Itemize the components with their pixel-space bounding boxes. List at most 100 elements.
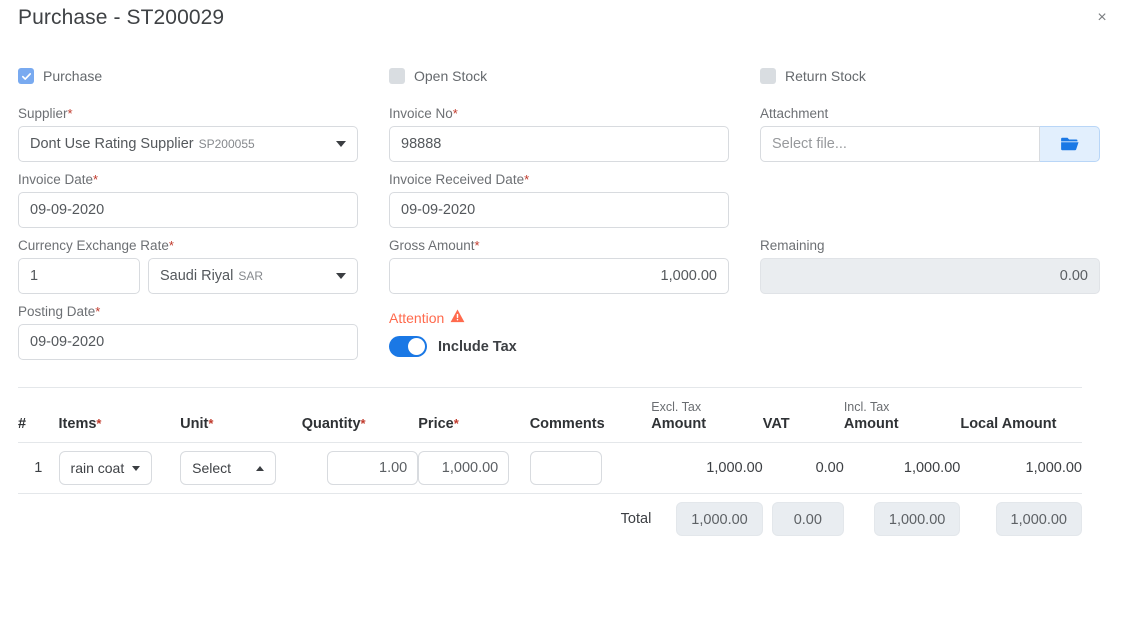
checkbox-checked-icon [18, 68, 34, 84]
row-vat: 0.00 [815, 460, 844, 476]
supplier-selected-value-wrap: Dont Use Rating Supplier SP200055 [30, 136, 255, 152]
required-marker: * [524, 172, 530, 187]
gross-amount-input[interactable]: 1,000.00 [389, 258, 729, 294]
table-header-row: # Items* Unit* Quantity* Price* Comments… [18, 387, 1082, 443]
invoice-received-date-label: Invoice Received Date* [389, 172, 729, 187]
remaining-input: 0.00 [760, 258, 1100, 294]
field-remaining: Remaining 0.00 [760, 238, 1122, 294]
col-vat: VAT [762, 387, 844, 443]
col-comments: Comments [529, 387, 652, 443]
row-quantity-cell [302, 443, 419, 494]
field-invoice-received-date: Invoice Received Date* 09-09-2020 [389, 172, 760, 228]
attachment-input[interactable]: Select file... [760, 126, 1040, 162]
required-marker: * [208, 416, 214, 431]
include-tax-toggle[interactable] [389, 336, 427, 357]
invoice-no-value: 98888 [401, 136, 442, 152]
col-unit: Unit* [180, 387, 302, 443]
supplier-code: SP200055 [198, 137, 255, 151]
close-icon[interactable]: × [1090, 6, 1114, 30]
chevron-down-icon [336, 273, 346, 279]
quantity-input[interactable] [327, 451, 419, 485]
checkbox-return-stock[interactable]: Return Stock [760, 68, 866, 84]
checkbox-unchecked-icon [389, 68, 405, 84]
attachment-control: Select file... [760, 126, 1100, 162]
form-row-1: Supplier* Dont Use Rating Supplier SP2000… [18, 96, 1104, 162]
attention-notice: Attention [389, 309, 729, 326]
totals-excl-tax-amount: 1,000.00 [676, 502, 763, 536]
stock-type-checkbox-row: Purchase Open Stock Return Stock [18, 68, 1104, 92]
field-include-tax: Attention Include Tax [389, 294, 760, 360]
required-marker: * [168, 238, 174, 253]
attachment-label-text: Attachment [760, 106, 829, 121]
item-select[interactable]: rain coat [58, 451, 153, 485]
row-comments-cell [529, 443, 652, 494]
col-local-amount: Local Amount [960, 387, 1082, 443]
currency-exchange-rate-label: Currency Exchange Rate* [18, 238, 358, 253]
exchange-rate-input[interactable]: 1 [18, 258, 140, 294]
attachment-label: Attachment [760, 106, 1122, 121]
checkbox-cell-purchase: Purchase [18, 68, 389, 92]
totals-excl-tax-cell: 1,000.00 [651, 493, 763, 544]
toggle-knob [408, 338, 425, 355]
invoice-no-label-text: Invoice No [389, 106, 453, 121]
checkbox-cell-open-stock: Open Stock [389, 68, 760, 92]
col-incl-tax-prefix: Incl. Tax [843, 400, 890, 414]
modal-header: Purchase - ST200029 × [0, 0, 1122, 46]
warning-triangle-icon [450, 309, 465, 326]
invoice-received-date-input[interactable]: 09-09-2020 [389, 192, 729, 228]
col-index: # [18, 387, 59, 443]
items-table-wrapper: # Items* Unit* Quantity* Price* Comments… [18, 387, 1104, 544]
required-marker: * [96, 416, 102, 431]
gross-amount-label-text: Gross Amount [389, 238, 475, 253]
col-items-text: Items [58, 416, 97, 432]
posting-date-label-text: Posting Date [18, 304, 96, 319]
purchase-form: Purchase Open Stock Return Stock Supplie… [0, 68, 1122, 360]
checkbox-unchecked-icon [760, 68, 776, 84]
form-row-4-spacer [760, 294, 1122, 360]
col-items: Items* [58, 387, 181, 443]
supplier-label: Supplier* [18, 106, 358, 121]
currency-selected-value-wrap: Saudi Riyal SAR [160, 268, 263, 284]
required-marker: * [93, 172, 99, 187]
invoice-received-date-label-text: Invoice Received Date [389, 172, 525, 187]
col-unit-text: Unit [180, 416, 209, 432]
items-table: # Items* Unit* Quantity* Price* Comments… [18, 387, 1082, 544]
row-local-amount: 1,000.00 [1025, 460, 1082, 476]
checkbox-return-stock-label: Return Stock [785, 68, 866, 84]
folder-open-icon[interactable] [1040, 126, 1100, 162]
page-title: Purchase - ST200029 [18, 6, 225, 29]
checkbox-open-stock-label: Open Stock [414, 68, 488, 84]
row-excl-tax-amount: 1,000.00 [706, 460, 763, 476]
field-supplier: Supplier* Dont Use Rating Supplier SP2000… [18, 106, 389, 162]
row-item-cell: rain coat [58, 443, 181, 494]
include-tax-toggle-row: Include Tax [389, 336, 729, 357]
gross-amount-value: 1,000.00 [660, 268, 717, 284]
currency-control-group: 1 Saudi Riyal SAR [18, 258, 358, 294]
form-row-2: Invoice Date* 09-09-2020 Invoice Receive… [18, 162, 1104, 228]
checkbox-purchase[interactable]: Purchase [18, 68, 102, 84]
totals-incl-tax-amount: 1,000.00 [873, 502, 961, 536]
gross-amount-label: Gross Amount* [389, 238, 729, 253]
field-attachment: Attachment Select file... [760, 106, 1122, 162]
price-input[interactable] [418, 451, 510, 485]
invoice-no-input[interactable]: 98888 [389, 126, 729, 162]
currency-select[interactable]: Saudi Riyal SAR [148, 258, 358, 294]
field-invoice-date: Invoice Date* 09-09-2020 [18, 172, 389, 228]
remaining-value: 0.00 [1059, 268, 1088, 284]
currency-code: SAR [238, 269, 264, 283]
required-marker: * [452, 106, 458, 121]
unit-select[interactable]: Select [180, 451, 277, 485]
posting-date-input[interactable]: 09-09-2020 [18, 324, 358, 360]
attachment-placeholder: Select file... [772, 136, 847, 152]
required-marker: * [360, 416, 366, 431]
comments-textarea[interactable] [529, 451, 602, 485]
checkbox-open-stock[interactable]: Open Stock [389, 68, 487, 84]
col-excl-tax-amount: Excl. Tax Amount [651, 387, 763, 443]
invoice-date-input[interactable]: 09-09-2020 [18, 192, 358, 228]
attention-label: Attention [389, 309, 445, 326]
supplier-select[interactable]: Dont Use Rating Supplier SP200055 [18, 126, 358, 162]
totals-local-amount-cell: 1,000.00 [960, 493, 1082, 544]
exchange-rate-value: 1 [30, 268, 39, 284]
remaining-label-text: Remaining [760, 238, 825, 253]
totals-local-amount: 1,000.00 [995, 502, 1082, 536]
